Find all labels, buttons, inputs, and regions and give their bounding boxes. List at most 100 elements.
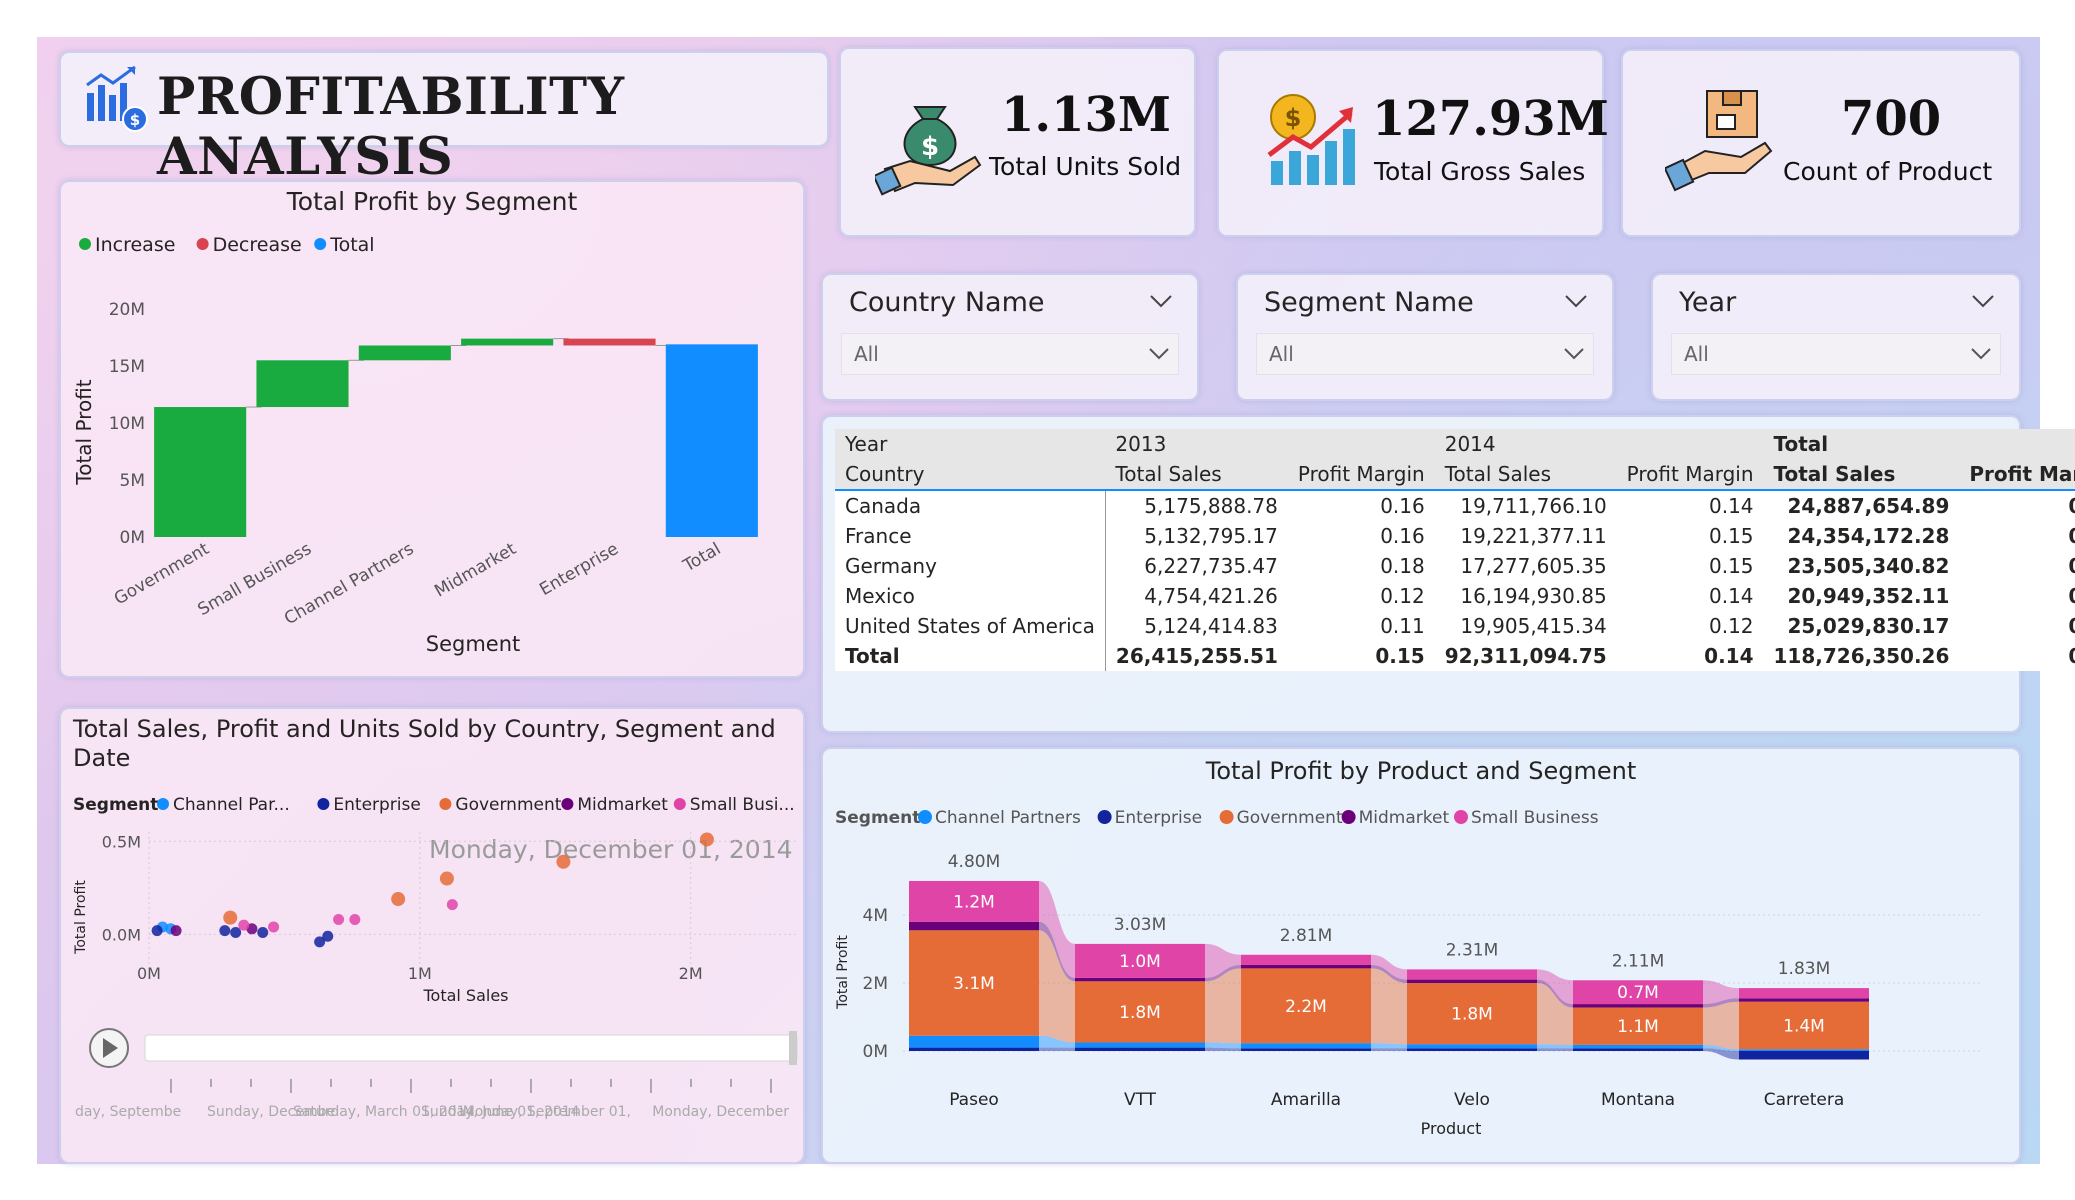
matrix-header-cell[interactable]: Profit Margin [1616, 459, 1764, 490]
ribbon-chart[interactable]: Total Profit by Product and Segment Segm… [823, 749, 2019, 1162]
legend-label[interactable]: Midmarket [577, 795, 668, 815]
matrix-header-cell[interactable]: Country [835, 459, 1106, 490]
ribbon-segment-bar[interactable] [1407, 979, 1537, 983]
waterfall-bar[interactable] [358, 345, 451, 361]
waterfall-chart[interactable]: Total Profit by Segment Increase Decrease… [61, 182, 803, 676]
scatter-point[interactable] [151, 925, 163, 937]
ribbon-band[interactable] [1039, 1047, 1075, 1051]
scatter-point[interactable] [439, 871, 454, 886]
legend-label[interactable]: Channel Partners [935, 808, 1081, 828]
legend-marker [561, 798, 574, 810]
table-row[interactable]: Canada 5,175,888.78 0.16 19,711,766.10 0… [835, 490, 2075, 521]
legend-label[interactable]: Small Business [1471, 808, 1599, 828]
slicer-country-dropdown[interactable]: All [841, 333, 1179, 375]
ribbon-segment-bar[interactable] [1573, 1044, 1703, 1049]
table-row[interactable]: United States of America 5,124,414.83 0.… [835, 611, 2075, 641]
matrix-header-cell[interactable]: Total Sales [1434, 459, 1617, 490]
scatter-point[interactable] [556, 854, 571, 869]
scatter-point[interactable] [238, 919, 250, 931]
ribbon-segment-bar[interactable] [909, 1047, 1039, 1051]
waterfall-ylabel: Total Profit [72, 379, 96, 485]
scatter-point[interactable] [219, 925, 231, 937]
scatter-point[interactable] [170, 925, 182, 937]
play-axis-handle[interactable] [789, 1031, 797, 1065]
legend-label[interactable]: Midmarket [1359, 808, 1450, 828]
chevron-down-icon[interactable] [1564, 293, 1588, 313]
legend-label[interactable]: Small Busi... [690, 795, 795, 815]
scatter-point[interactable] [446, 899, 458, 911]
legend-label[interactable]: Enterprise [333, 795, 420, 815]
matrix-header-cell[interactable]: 2014 [1434, 429, 1617, 459]
ribbon-segment-bar[interactable] [1573, 1004, 1703, 1008]
table-row[interactable]: Germany 6,227,735.47 0.18 17,277,605.35 … [835, 551, 2075, 581]
table-row[interactable]: Mexico 4,754,421.26 0.12 16,194,930.85 0… [835, 581, 2075, 611]
waterfall-bar[interactable] [256, 360, 349, 408]
ribbon-segment-bar[interactable] [1241, 1043, 1371, 1049]
chevron-down-icon[interactable] [1971, 293, 1995, 313]
ribbon-band[interactable] [1205, 1042, 1241, 1049]
scatter-point[interactable] [257, 927, 269, 939]
ribbon-segment-bar[interactable] [1739, 1049, 1869, 1051]
kpi-gross-sales-label: Total Gross Sales [1374, 157, 1586, 186]
ribbon-segment-bar[interactable] [1075, 977, 1205, 982]
ribbon-segment-bar[interactable] [1407, 1048, 1537, 1051]
chevron-down-icon[interactable] [1563, 346, 1585, 365]
scatter-point[interactable] [333, 913, 345, 925]
ribbon-segment-bar[interactable] [1739, 988, 1869, 999]
matrix-header-cell[interactable]: Total Sales [1763, 459, 1960, 490]
ribbon-segment-bar[interactable] [1573, 1048, 1703, 1051]
play-axis-track[interactable] [144, 1034, 798, 1062]
scatter-chart[interactable]: Total Sales, Profit and Units Sold by Co… [61, 709, 803, 1162]
slicer-country[interactable]: Country Name All [821, 273, 1199, 401]
scatter-point[interactable] [268, 921, 280, 933]
scatter-point[interactable] [699, 832, 714, 847]
matrix-cell: 0.11 [1380, 614, 1425, 638]
chevron-down-icon[interactable] [1149, 293, 1173, 313]
ribbon-segment-bar[interactable] [1739, 1051, 1869, 1060]
matrix-cell: 0.14 [1959, 490, 2075, 521]
scatter-point[interactable] [322, 930, 334, 942]
legend-label[interactable]: Total [329, 234, 374, 256]
scatter-point[interactable] [349, 913, 361, 925]
ribbon-segment-bar[interactable] [1075, 1047, 1205, 1051]
waterfall-bar[interactable] [665, 344, 758, 537]
matrix-header-cell[interactable]: Total [1763, 429, 1960, 459]
ribbon-segment-bar[interactable] [1739, 998, 1869, 1002]
ribbon-band[interactable] [1703, 1001, 1739, 1050]
slicer-segment-dropdown[interactable]: All [1256, 333, 1594, 375]
chevron-down-icon[interactable] [1970, 346, 1992, 365]
ribbon-segment-bar[interactable] [1075, 1042, 1205, 1048]
ribbon-segment-bar[interactable] [1241, 1048, 1371, 1051]
waterfall-bar[interactable] [461, 338, 554, 346]
ribbon-segment-bar[interactable] [1241, 964, 1371, 969]
ribbon-segment-bar[interactable] [909, 1035, 1039, 1048]
slicer-year[interactable]: Year All [1651, 273, 2021, 401]
legend-label[interactable]: Government [455, 795, 561, 815]
matrix-header-cell[interactable]: Total Sales [1105, 459, 1288, 490]
matrix-header-cell[interactable]: 2013 [1105, 429, 1288, 459]
scatter-point[interactable] [223, 910, 238, 925]
total-data-label: 2.81M [1280, 926, 1333, 946]
legend-label[interactable]: Channel Par... [173, 795, 290, 815]
matrix-header-cell[interactable]: Profit Margin [1287, 459, 1435, 490]
waterfall-bar[interactable] [154, 407, 247, 537]
waterfall-bar[interactable] [563, 338, 656, 346]
ribbon-band[interactable] [1537, 1048, 1573, 1051]
ribbon-segment-bar[interactable] [1407, 1044, 1537, 1049]
matrix-header-cell[interactable]: Profit Margin [1959, 459, 2075, 490]
legend-label[interactable]: Government [1237, 808, 1343, 828]
matrix-card: Year 2013 2014 Total Country Total Sales… [821, 415, 2075, 733]
legend-label[interactable]: Enterprise [1115, 808, 1202, 828]
ribbon-segment-bar[interactable] [909, 921, 1039, 931]
legend-label[interactable]: Increase [95, 234, 175, 256]
scatter-point[interactable] [391, 892, 406, 907]
slicer-year-dropdown[interactable]: All [1671, 333, 2001, 375]
chevron-down-icon[interactable] [1148, 346, 1170, 365]
table-row[interactable]: France 5,132,795.17 0.16 19,221,377.11 0… [835, 521, 2075, 551]
scatter-point[interactable] [230, 927, 242, 939]
legend-label[interactable]: Decrease [213, 234, 302, 256]
ribbon-segment-bar[interactable] [1407, 969, 1537, 980]
ribbon-band[interactable] [1371, 1048, 1407, 1051]
ribbon-segment-bar[interactable] [1241, 954, 1371, 965]
slicer-segment[interactable]: Segment Name All [1236, 273, 1614, 401]
